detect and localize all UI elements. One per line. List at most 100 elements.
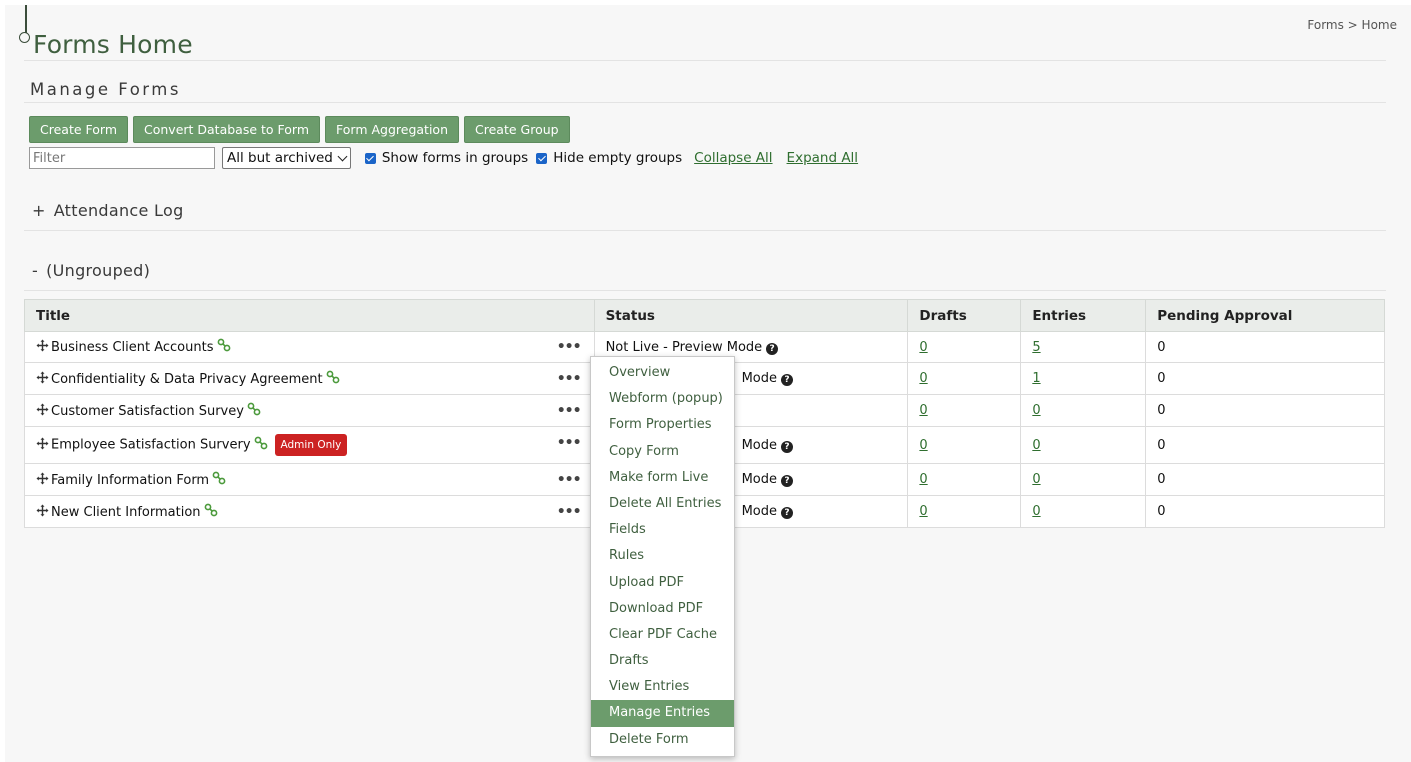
drag-handle-icon[interactable] bbox=[36, 472, 49, 484]
link-icon[interactable] bbox=[326, 370, 340, 388]
hide-empty-label: Hide empty groups bbox=[553, 150, 683, 166]
menu-item-webform-popup[interactable]: Webform (popup) bbox=[591, 386, 734, 412]
drafts-count-link[interactable]: 0 bbox=[919, 403, 927, 418]
link-icon[interactable] bbox=[254, 436, 268, 454]
menu-item-download-pdf[interactable]: Download PDF bbox=[591, 596, 734, 622]
menu-item-upload-pdf[interactable]: Upload PDF bbox=[591, 570, 734, 596]
form-title[interactable]: Employee Satisfaction Survery bbox=[51, 438, 251, 453]
create-group-button[interactable]: Create Group bbox=[464, 116, 570, 143]
help-icon[interactable]: ? bbox=[766, 342, 779, 355]
cell-entries: 0 bbox=[1020, 495, 1147, 528]
menu-item-clear-pdf-cache[interactable]: Clear PDF Cache bbox=[591, 622, 734, 648]
drag-handle-icon[interactable] bbox=[36, 403, 49, 415]
chevron-down-icon bbox=[337, 151, 348, 161]
drag-handle-icon[interactable] bbox=[36, 339, 49, 352]
title-line-decoration bbox=[25, 5, 27, 34]
group-name: Attendance Log bbox=[53, 201, 184, 220]
drag-handle-icon[interactable] bbox=[36, 371, 49, 383]
cell-entries: 0 bbox=[1020, 394, 1147, 427]
more-actions-icon[interactable]: ••• bbox=[557, 505, 582, 519]
drafts-count-link[interactable]: 0 bbox=[919, 504, 927, 519]
link-icon[interactable] bbox=[212, 471, 226, 489]
form-aggregation-button[interactable]: Form Aggregation bbox=[325, 116, 460, 143]
drafts-count-link[interactable]: 0 bbox=[919, 371, 927, 386]
menu-item-overview[interactable]: Overview bbox=[591, 360, 734, 386]
archive-filter-select[interactable]: All but archived bbox=[222, 147, 351, 169]
column-header-pending[interactable]: Pending Approval bbox=[1145, 299, 1385, 332]
menu-item-copy-form[interactable]: Copy Form bbox=[591, 439, 734, 465]
menu-item-manage-entries[interactable]: Manage Entries bbox=[591, 700, 734, 727]
link-icon[interactable] bbox=[204, 503, 218, 521]
more-actions-icon[interactable]: ••• bbox=[557, 404, 582, 418]
menu-item-form-properties[interactable]: Form Properties bbox=[591, 412, 734, 438]
menu-item-drafts[interactable]: Drafts bbox=[591, 648, 734, 674]
menu-item-delete-form[interactable]: Delete Form bbox=[591, 727, 734, 753]
cell-entries: 1 bbox=[1020, 362, 1147, 395]
cell-title: Business Client Accounts ••• bbox=[24, 331, 595, 363]
column-header-title[interactable]: Title bbox=[24, 299, 595, 332]
show-groups-label: Show forms in groups bbox=[381, 150, 529, 166]
entries-count-link[interactable]: 5 bbox=[1032, 340, 1040, 355]
drafts-count-link[interactable]: 0 bbox=[919, 438, 927, 453]
form-title[interactable]: Confidentiality & Data Privacy Agreement bbox=[51, 372, 323, 387]
entries-count-link[interactable]: 0 bbox=[1032, 438, 1040, 453]
menu-item-view-entries[interactable]: View Entries bbox=[591, 674, 734, 700]
expand-all-link[interactable]: Expand All bbox=[787, 150, 859, 166]
group-name: (Ungrouped) bbox=[46, 261, 151, 280]
cell-title: New Client Information ••• bbox=[24, 495, 595, 528]
drag-handle-icon[interactable] bbox=[36, 437, 49, 449]
filter-row: All but archived Show forms in groups Hi… bbox=[29, 147, 868, 169]
cell-drafts: 0 bbox=[907, 463, 1022, 496]
help-icon[interactable]: ? bbox=[781, 507, 793, 519]
divider bbox=[24, 230, 1386, 231]
divider bbox=[24, 102, 1386, 103]
form-title[interactable]: Family Information Form bbox=[51, 473, 209, 488]
more-actions-icon[interactable]: ••• bbox=[557, 372, 582, 386]
menu-item-make-form-live[interactable]: Make form Live bbox=[591, 465, 734, 491]
form-status: Not Live - Preview Mode bbox=[605, 339, 763, 355]
cell-title: Employee Satisfaction Survery Admin Only •… bbox=[24, 426, 595, 464]
form-actions-menu: Overview Webform (popup) Form Properties Co… bbox=[590, 356, 735, 757]
column-header-entries[interactable]: Entries bbox=[1020, 299, 1147, 332]
convert-database-button[interactable]: Convert Database to Form bbox=[133, 116, 321, 143]
form-title[interactable]: New Client Information bbox=[51, 505, 201, 520]
group-header-attendance[interactable]: + Attendance Log bbox=[32, 201, 184, 220]
more-actions-icon[interactable]: ••• bbox=[557, 340, 582, 354]
create-form-button[interactable]: Create Form bbox=[29, 116, 128, 143]
menu-item-delete-all-entries[interactable]: Delete All Entries bbox=[591, 491, 734, 517]
cell-drafts: 0 bbox=[907, 331, 1022, 363]
filter-input[interactable] bbox=[29, 147, 215, 169]
drag-handle-icon[interactable] bbox=[36, 504, 49, 516]
cell-pending: 0 bbox=[1145, 362, 1385, 395]
more-actions-icon[interactable]: ••• bbox=[557, 473, 582, 487]
menu-item-fields[interactable]: Fields bbox=[591, 517, 734, 543]
link-icon[interactable] bbox=[217, 338, 231, 356]
entries-count-link[interactable]: 0 bbox=[1032, 403, 1040, 418]
help-icon[interactable]: ? bbox=[781, 440, 793, 453]
divider bbox=[24, 290, 1386, 291]
cell-pending: 0 bbox=[1145, 426, 1385, 464]
column-header-status[interactable]: Status bbox=[593, 299, 909, 332]
group-header-ungrouped[interactable]: - (Ungrouped) bbox=[32, 261, 150, 280]
drafts-count-link[interactable]: 0 bbox=[919, 340, 927, 355]
entries-count-link[interactable]: 0 bbox=[1032, 472, 1040, 487]
collapse-icon: - bbox=[32, 261, 39, 280]
help-icon[interactable]: ? bbox=[781, 475, 793, 487]
show-groups-checkbox[interactable] bbox=[364, 152, 376, 164]
help-icon[interactable]: ? bbox=[781, 374, 793, 386]
cell-pending: 0 bbox=[1145, 394, 1385, 427]
link-icon[interactable] bbox=[247, 402, 261, 420]
title-circle-icon bbox=[19, 32, 30, 43]
hide-empty-checkbox[interactable] bbox=[536, 152, 548, 164]
form-title[interactable]: Business Client Accounts bbox=[51, 340, 214, 355]
menu-item-rules[interactable]: Rules bbox=[591, 543, 734, 569]
form-title[interactable]: Customer Satisfaction Survey bbox=[51, 404, 244, 419]
column-header-drafts[interactable]: Drafts bbox=[907, 299, 1022, 332]
entries-count-link[interactable]: 0 bbox=[1032, 504, 1040, 519]
drafts-count-link[interactable]: 0 bbox=[919, 472, 927, 487]
cell-drafts: 0 bbox=[907, 426, 1022, 464]
collapse-all-link[interactable]: Collapse All bbox=[694, 150, 772, 166]
more-actions-icon[interactable]: ••• bbox=[557, 436, 582, 450]
entries-count-link[interactable]: 1 bbox=[1032, 371, 1040, 386]
breadcrumb[interactable]: Forms > Home bbox=[1307, 18, 1397, 32]
